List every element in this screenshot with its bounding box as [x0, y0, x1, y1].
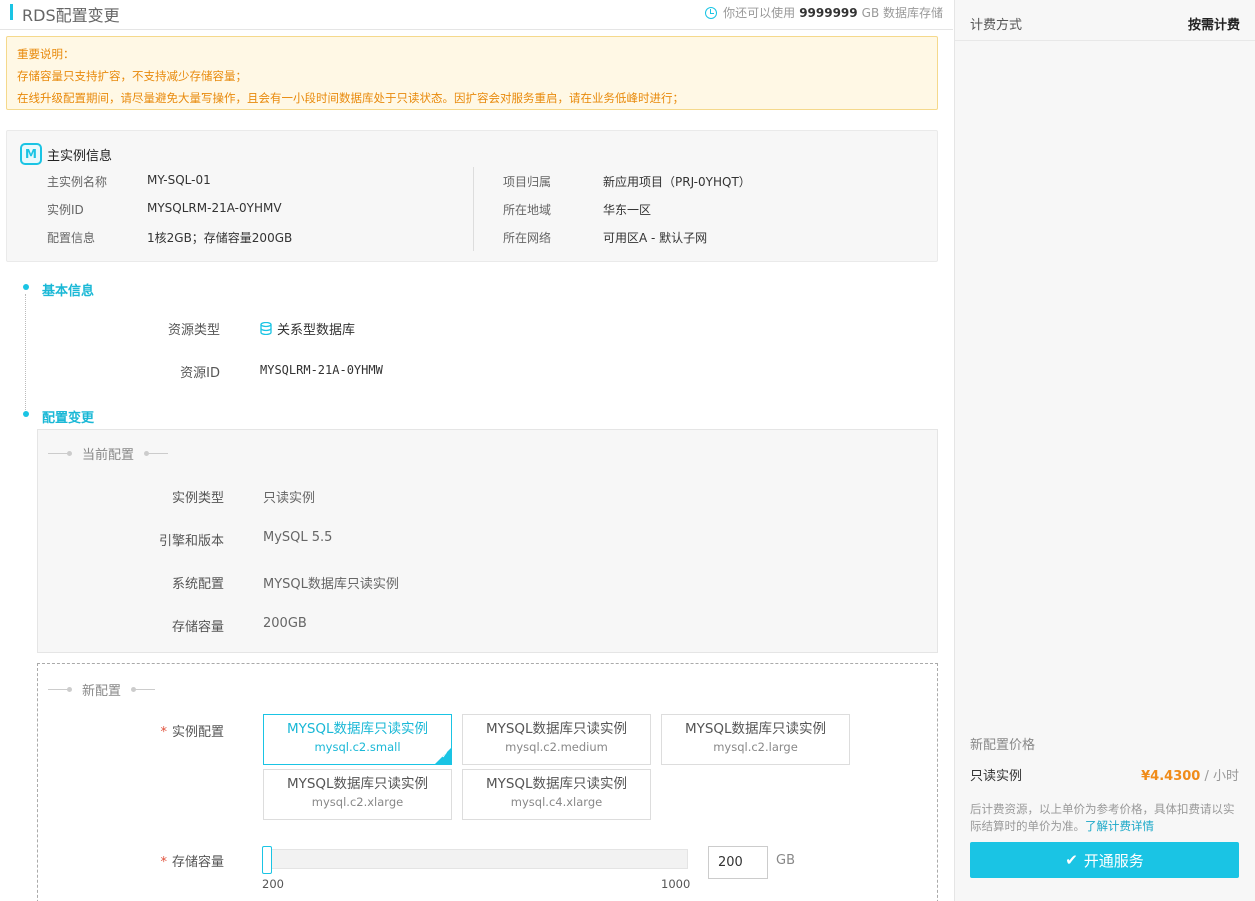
option-name: MYSQL数据库只读实例: [286, 776, 429, 792]
quota-value: 9999999: [799, 5, 858, 20]
option-mysql-c4-xlarge[interactable]: MYSQL数据库只读实例 mysql.c4.xlarge: [462, 769, 651, 820]
storage-slider[interactable]: [262, 846, 688, 874]
open-service-label: 开通服务: [1083, 851, 1144, 870]
quota-suffix: GB 数据库存储: [861, 6, 943, 20]
billing-note: 后计费资源，以上单价为参考价格，具体扣费请以实际结算时的单价为准。了解计费详情: [970, 801, 1245, 835]
storage-input[interactable]: [708, 846, 768, 879]
instance-config-label: * 实例配置: [104, 721, 224, 740]
open-service-button[interactable]: ✔ 开通服务: [970, 842, 1239, 878]
option-name: MYSQL数据库只读实例: [286, 721, 429, 737]
config-info-label: 配置信息: [47, 231, 96, 245]
option-name: MYSQL数据库只读实例: [684, 721, 827, 737]
basic-info-title: 基本信息: [42, 284, 95, 299]
option-mysql-c2-large[interactable]: MYSQL数据库只读实例 mysql.c2.large: [661, 714, 850, 765]
network-value: 可用区A - 默认子网: [603, 231, 708, 245]
instance-config-label-text: 实例配置: [171, 725, 224, 740]
resource-id-label: 资源ID: [180, 366, 220, 381]
info-divider: [473, 167, 474, 251]
billing-method-label: 计费方式: [970, 18, 1023, 33]
option-code: mysql.c2.small: [314, 740, 401, 754]
option-code: mysql.c2.medium: [505, 740, 608, 754]
option-mysql-c2-xlarge[interactable]: MYSQL数据库只读实例 mysql.c2.xlarge: [263, 769, 452, 820]
instance-name-label: 主实例名称: [47, 175, 108, 189]
current-storage-value: 200GB: [263, 616, 307, 631]
quota-prefix: 你还可以使用: [723, 6, 796, 20]
mysql-icon: M: [20, 143, 42, 165]
option-code: mysql.c4.xlarge: [510, 795, 603, 809]
slider-handle[interactable]: [262, 846, 272, 874]
new-config-legend: 新配置: [48, 680, 156, 699]
main-instance-panel: M 主实例信息 主实例名称 MY-SQL-01 实例ID MYSQLRM-21A…: [6, 130, 938, 262]
billing-side-panel: 计费方式 按需计费 新配置价格 只读实例 ¥4.4300 / 小时 后计费资源，…: [954, 0, 1255, 901]
option-name: MYSQL数据库只读实例: [485, 776, 628, 792]
main-instance-header: M 主实例信息: [20, 143, 112, 165]
instance-id-label: 实例ID: [47, 203, 84, 217]
config-change-title: 配置变更: [42, 411, 95, 426]
price-item-label: 只读实例: [970, 769, 1023, 784]
option-mysql-c2-small[interactable]: MYSQL数据库只读实例 mysql.c2.small: [263, 714, 452, 765]
price-display: ¥4.4300 / 小时: [1141, 765, 1239, 784]
resource-type-value: 关系型数据库: [277, 323, 356, 338]
current-engine-label: 引擎和版本: [158, 534, 224, 549]
resource-type-label: 资源类型: [167, 323, 220, 338]
current-storage-label: 存储容量: [171, 620, 224, 635]
required-mark: *: [160, 725, 167, 740]
legend-line-left: [48, 687, 72, 692]
network-label: 所在网络: [503, 231, 552, 245]
notice-line-3: 在线升级配置期间，请尽量避免大量写操作，且会有一小段时间数据库处于只读状态。因扩…: [17, 91, 684, 105]
storage-label: * 存储容量: [104, 851, 224, 870]
project-label: 项目归属: [503, 175, 552, 189]
current-config-box: 当前配置 实例类型 只读实例 引擎和版本 MySQL 5.5 系统配置 MYSQ…: [37, 429, 938, 653]
project-value: 新应用项目（PRJ-0YHQT）: [603, 175, 751, 189]
notice-line-2: 存储容量只支持扩容，不支持减少存储容量；: [17, 69, 247, 83]
new-price-label: 新配置价格: [970, 738, 1036, 753]
region-label: 所在地域: [503, 203, 552, 217]
current-engine-value: MySQL 5.5: [263, 530, 333, 545]
basic-section-dot: [23, 284, 29, 290]
current-system-value: MYSQL数据库只读实例: [263, 577, 399, 592]
instance-id-value: MYSQLRM-21A-0YHMV: [147, 201, 282, 215]
required-mark: *: [160, 855, 167, 870]
notice-line-1: 重要说明：: [17, 47, 75, 61]
resource-id-value: MYSQLRM-21A-0YHMW: [260, 363, 383, 377]
selected-check-icon: [434, 747, 452, 765]
current-config-label: 当前配置: [82, 448, 135, 463]
price-unit: / 小时: [1204, 769, 1239, 784]
new-config-label: 新配置: [82, 684, 122, 699]
page-title: RDS配置变更: [22, 6, 120, 25]
billing-method-value: 按需计费: [1187, 18, 1240, 33]
storage-quota: 你还可以使用 9999999 GB 数据库存储: [705, 4, 943, 21]
slider-min: 200: [262, 877, 284, 891]
option-mysql-c2-medium[interactable]: MYSQL数据库只读实例 mysql.c2.medium: [462, 714, 651, 765]
option-code: mysql.c2.xlarge: [311, 795, 404, 809]
option-code: mysql.c2.large: [713, 740, 798, 754]
legend-line-left: [48, 451, 72, 456]
timeline-line: [25, 294, 26, 410]
legend-line-right: [144, 451, 169, 456]
title-accent-bar: [10, 4, 13, 20]
config-section-dot: [23, 411, 29, 417]
storage-unit: GB: [776, 853, 795, 868]
main-instance-title: 主实例信息: [47, 148, 113, 164]
page-header: RDS配置变更 你还可以使用 9999999 GB 数据库存储: [0, 0, 953, 30]
option-name: MYSQL数据库只读实例: [485, 721, 628, 737]
database-icon: [260, 322, 272, 335]
important-notice: 重要说明： 存储容量只支持扩容，不支持减少存储容量； 在线升级配置期间，请尽量避…: [6, 36, 938, 110]
current-system-label: 系统配置: [171, 577, 224, 592]
price-value: ¥4.4300: [1141, 769, 1201, 784]
storage-label-text: 存储容量: [171, 855, 224, 870]
region-value: 华东一区: [603, 203, 652, 217]
config-info-value: 1核2GB；存储容量200GB: [147, 231, 293, 245]
instance-name-value: MY-SQL-01: [147, 173, 211, 187]
slider-max: 1000: [661, 877, 691, 891]
resource-type-value-group: 关系型数据库: [260, 319, 355, 338]
current-config-legend: 当前配置: [48, 444, 169, 463]
current-type-value: 只读实例: [263, 491, 316, 506]
side-separator: [955, 40, 1255, 41]
check-icon: ✔: [1065, 851, 1078, 869]
clock-icon: [705, 6, 718, 19]
billing-details-link[interactable]: 了解计费详情: [1085, 819, 1154, 833]
current-type-label: 实例类型: [171, 491, 224, 506]
legend-line-right: [131, 687, 156, 692]
